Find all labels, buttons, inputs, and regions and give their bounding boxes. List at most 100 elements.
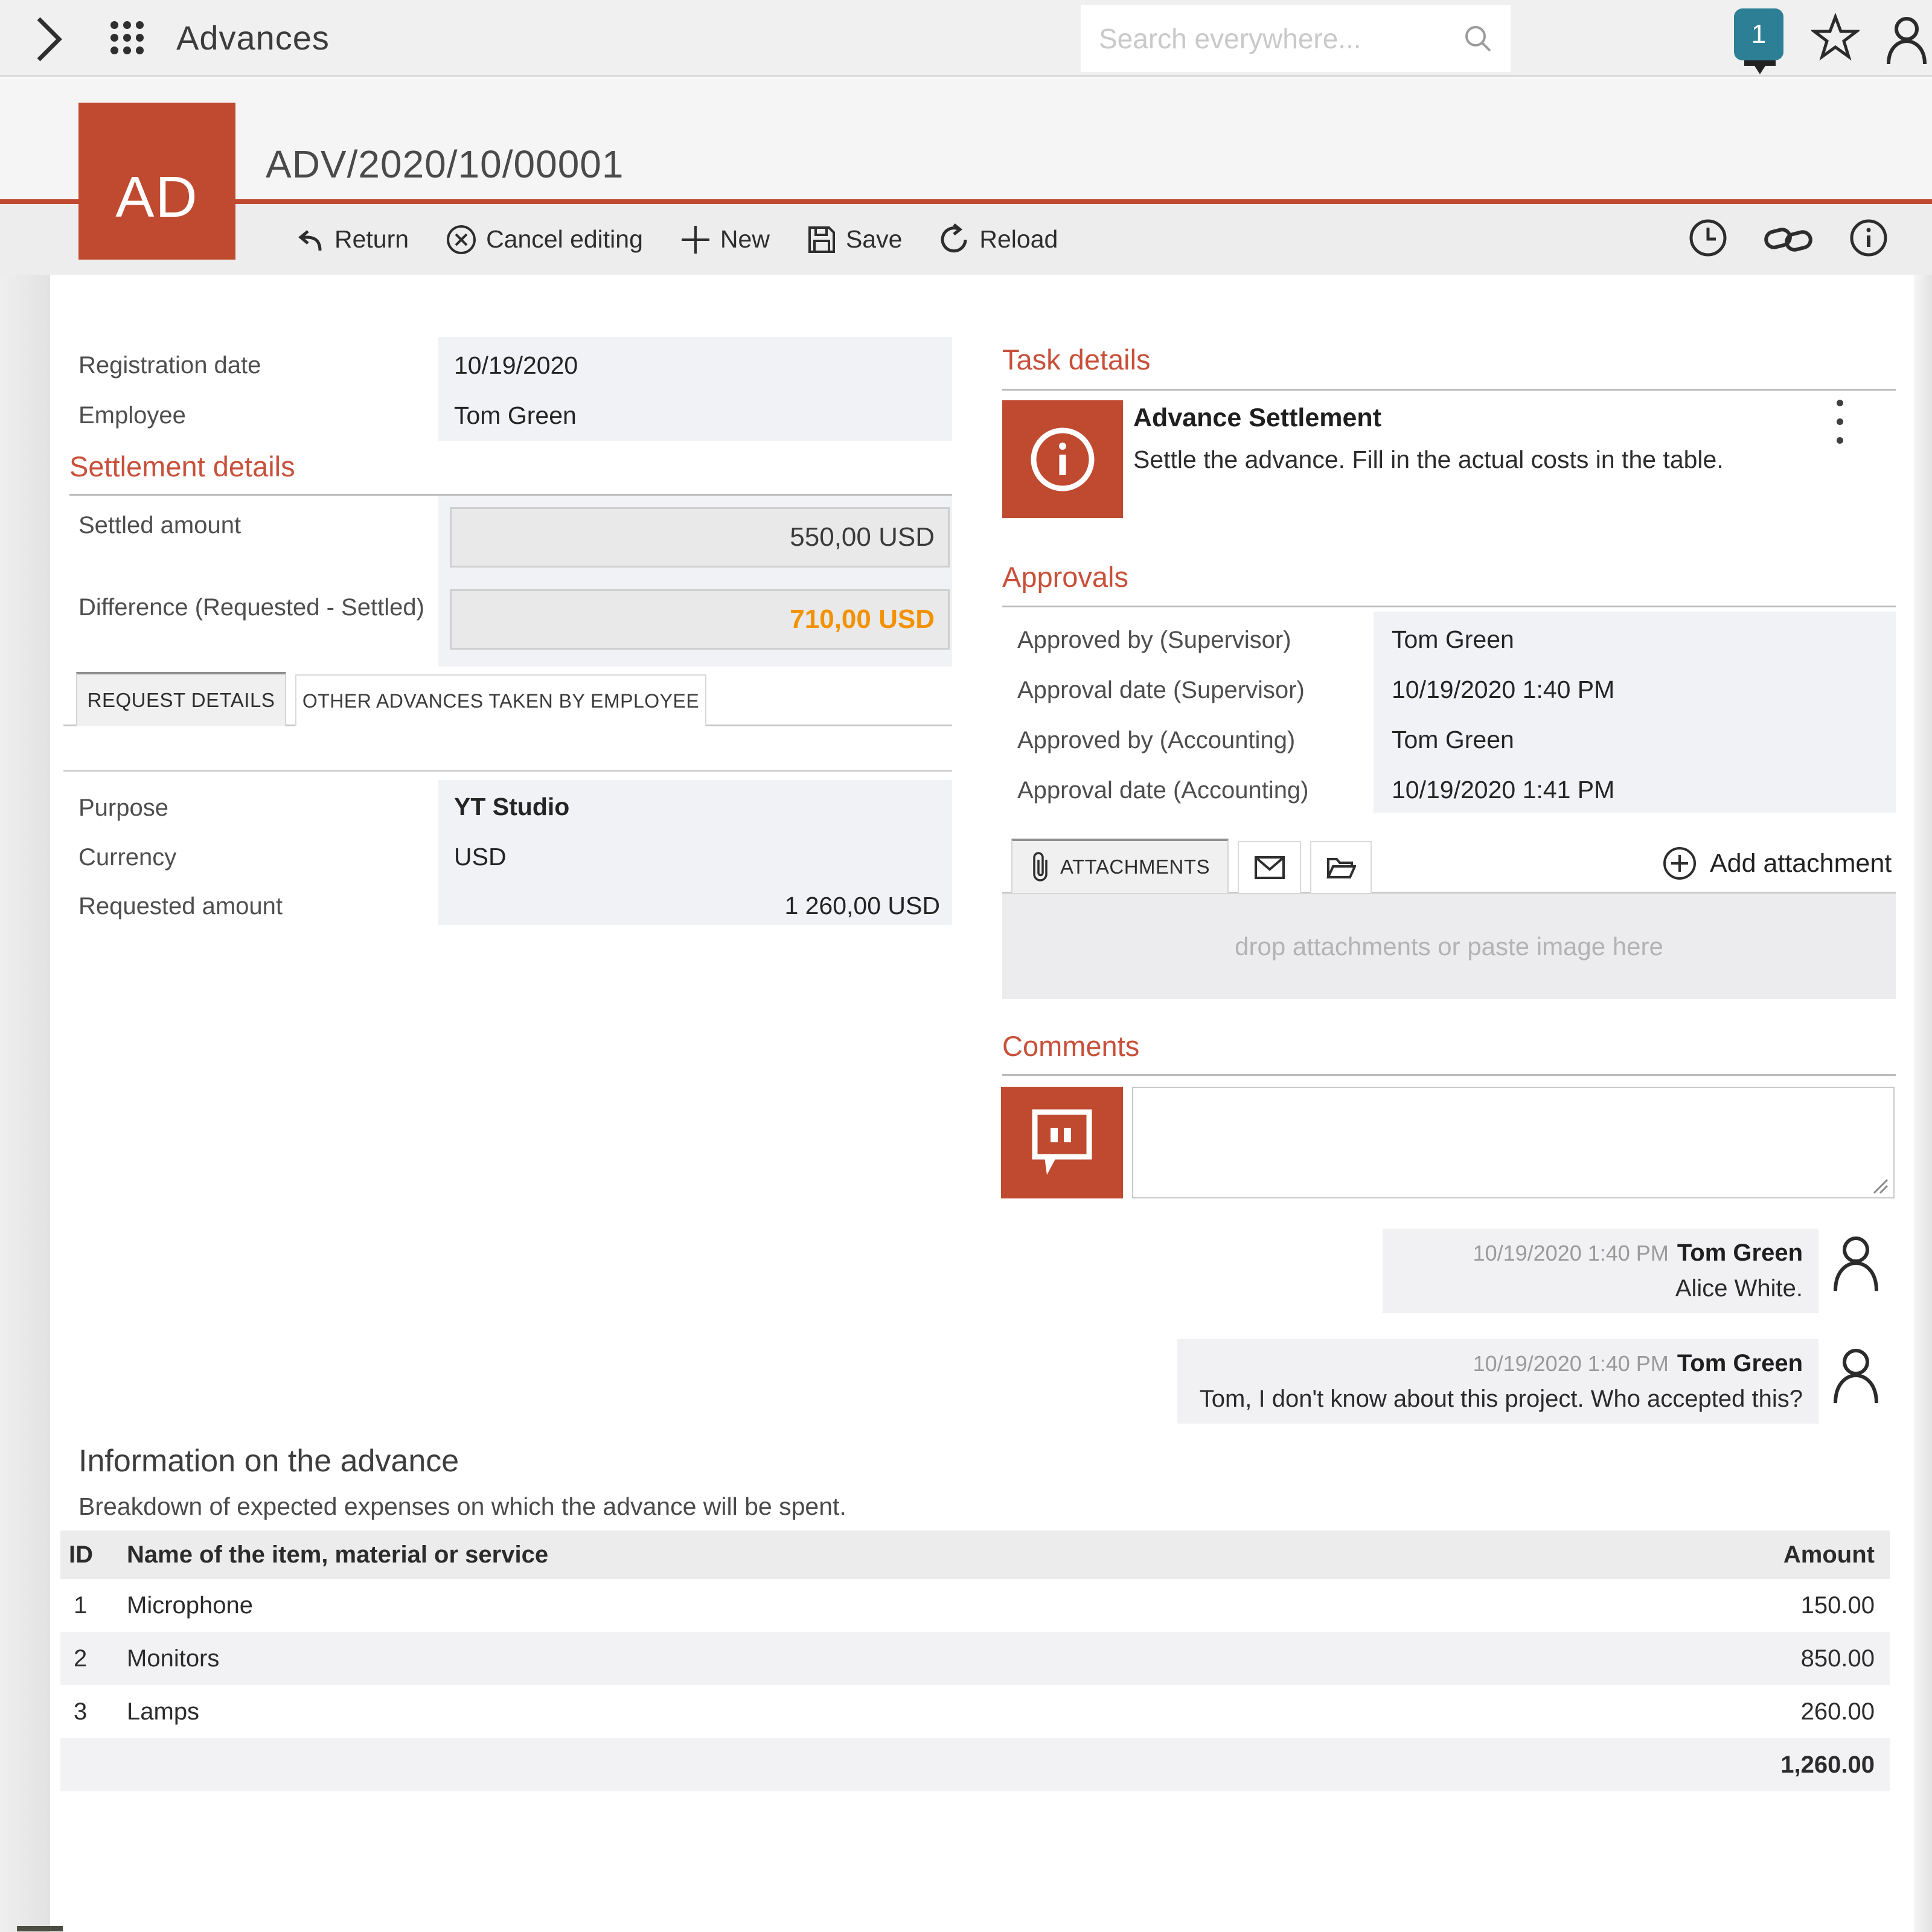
- settled-amount-label: Settled amount: [78, 512, 241, 539]
- currency-label: Currency: [78, 844, 176, 871]
- tab-folder-attachments[interactable]: [1310, 841, 1372, 893]
- user-profile-icon[interactable]: [1882, 13, 1931, 67]
- save-icon: [806, 224, 837, 255]
- comment-author: Tom Green: [1677, 1350, 1803, 1377]
- folder-icon: [1326, 856, 1356, 880]
- difference-input[interactable]: 710,00 USD: [450, 589, 950, 650]
- comments-bubble-icon: [1029, 1104, 1095, 1182]
- comment-input[interactable]: [1132, 1087, 1895, 1198]
- reload-icon: [938, 223, 971, 256]
- table-total-row: 1,260.00: [60, 1738, 1890, 1791]
- plus-icon: [679, 223, 712, 256]
- tab-email-attachments[interactable]: [1238, 841, 1301, 893]
- document-toolbar: Return Cancel editing New Save Reload: [295, 204, 1058, 275]
- task-title: Advance Settlement: [1133, 403, 1381, 433]
- task-description: Settle the advance. Fill in the actual c…: [1133, 446, 1724, 474]
- approvals-heading: Approvals: [1002, 560, 1128, 593]
- approval-date-supervisor-label: Approval date (Supervisor): [1017, 677, 1305, 704]
- comments-tile: [1001, 1087, 1123, 1198]
- add-attachment-icon: [1662, 845, 1698, 881]
- table-row[interactable]: 1 Microphone 150.00: [60, 1579, 1890, 1632]
- expand-menu-button[interactable]: [31, 15, 68, 66]
- currency-value[interactable]: USD: [454, 843, 507, 871]
- advance-info-heading: Information on the advance: [78, 1443, 459, 1479]
- left-margin: [0, 275, 50, 1932]
- top-bar: Advances 1: [0, 0, 1932, 77]
- info-button[interactable]: [1847, 217, 1890, 262]
- new-button[interactable]: New: [679, 223, 770, 256]
- link-icon: [1762, 220, 1814, 256]
- comment-timestamp: 10/19/2020 1:40 PM: [1473, 1241, 1669, 1265]
- approved-accounting-value: Tom Green: [1392, 726, 1514, 754]
- comment-avatar-icon: [1831, 1233, 1881, 1291]
- task-info-icon: [1026, 423, 1099, 496]
- tab-attachments[interactable]: ATTACHMENTS: [1011, 839, 1229, 893]
- table-total-amount: 1,260.00: [1636, 1751, 1890, 1779]
- task-menu-kebab-icon[interactable]: [1837, 400, 1843, 444]
- tab-other-advances[interactable]: OTHER ADVANCES TAKEN BY EMPLOYEE: [295, 674, 706, 726]
- favorites-star-icon[interactable]: [1811, 13, 1860, 65]
- app-title: Advances: [176, 18, 330, 57]
- return-button[interactable]: Return: [295, 224, 409, 255]
- search-box: [1081, 5, 1511, 72]
- approved-supervisor-label: Approved by (Supervisor): [1017, 627, 1291, 654]
- approved-supervisor-value: Tom Green: [1392, 625, 1514, 654]
- notification-stand: [1744, 60, 1776, 66]
- tab-section-divider: [63, 770, 952, 772]
- settled-amount-input[interactable]: 550,00 USD: [450, 507, 950, 568]
- search-input[interactable]: [1099, 5, 1437, 72]
- resize-handle-icon[interactable]: [1870, 1176, 1889, 1194]
- link-button[interactable]: [1762, 220, 1814, 259]
- comments-heading: Comments: [1002, 1029, 1139, 1063]
- task-details-heading: Task details: [1002, 343, 1151, 376]
- advance-info-subtitle: Breakdown of expected expenses on which …: [78, 1492, 846, 1521]
- settlement-divider: [69, 494, 952, 496]
- approval-date-accounting-value: 10/19/2020 1:41 PM: [1392, 776, 1614, 804]
- envelope-icon: [1255, 856, 1285, 879]
- history-clock-icon: [1687, 217, 1729, 259]
- info-icon: [1847, 217, 1890, 259]
- approved-accounting-label: Approved by (Accounting): [1017, 727, 1295, 754]
- purpose-label: Purpose: [78, 795, 168, 822]
- app-grid-icon[interactable]: [110, 21, 144, 55]
- col-id: ID: [60, 1541, 127, 1569]
- task-info-tile: [1002, 400, 1123, 518]
- attachments-dropzone[interactable]: drop attachments or paste image here: [1002, 894, 1896, 999]
- task-divider: [1002, 389, 1896, 391]
- tab-request-details[interactable]: REQUEST DETAILS: [76, 672, 286, 726]
- requested-amount-value[interactable]: 1 260,00 USD: [438, 892, 940, 920]
- approval-date-supervisor-value: 10/19/2020 1:40 PM: [1392, 676, 1614, 704]
- col-name: Name of the item, material or service: [127, 1541, 1636, 1569]
- document-number-title: ADV/2020/10/00001: [266, 142, 624, 187]
- tab-underline: [63, 724, 76, 726]
- horizontal-scrollbar[interactable]: [17, 1926, 63, 1931]
- chevron-right-icon: [31, 15, 68, 63]
- save-button[interactable]: Save: [806, 224, 902, 255]
- col-amount: Amount: [1636, 1541, 1890, 1569]
- comment-author: Tom Green: [1677, 1239, 1803, 1266]
- settlement-details-heading: Settlement details: [69, 450, 295, 483]
- comment-text: Alice White.: [1398, 1275, 1803, 1302]
- table-row[interactable]: 2 Monitors 850.00: [60, 1632, 1890, 1685]
- purpose-value[interactable]: YT Studio: [454, 793, 569, 821]
- comment-avatar-icon: [1831, 1345, 1881, 1403]
- reload-button[interactable]: Reload: [938, 223, 1058, 256]
- cancel-icon: [445, 223, 478, 256]
- notifications-icon[interactable]: 1: [1734, 8, 1786, 71]
- document-avatar: AD: [78, 103, 235, 260]
- notification-count-badge: 1: [1734, 8, 1783, 60]
- paperclip-icon: [1030, 851, 1051, 883]
- cancel-editing-button[interactable]: Cancel editing: [445, 223, 643, 256]
- right-margin: [1914, 275, 1932, 1932]
- search-icon[interactable]: [1462, 23, 1494, 57]
- document-secondary-toolbar: [1687, 204, 1890, 275]
- history-button[interactable]: [1687, 217, 1729, 262]
- employee-value[interactable]: Tom Green: [454, 401, 577, 430]
- add-attachment-button[interactable]: Add attachment: [1662, 845, 1892, 881]
- registration-date-value[interactable]: 10/19/2020: [454, 351, 578, 380]
- approvals-divider: [1002, 606, 1896, 607]
- comment-timestamp: 10/19/2020 1:40 PM: [1473, 1351, 1669, 1376]
- comment-item: 10/19/2020 1:40 PMTom Green Tom, I don't…: [1177, 1339, 1818, 1424]
- table-row[interactable]: 3 Lamps 260.00: [60, 1685, 1890, 1738]
- table-header-row: ID Name of the item, material or service…: [60, 1531, 1890, 1579]
